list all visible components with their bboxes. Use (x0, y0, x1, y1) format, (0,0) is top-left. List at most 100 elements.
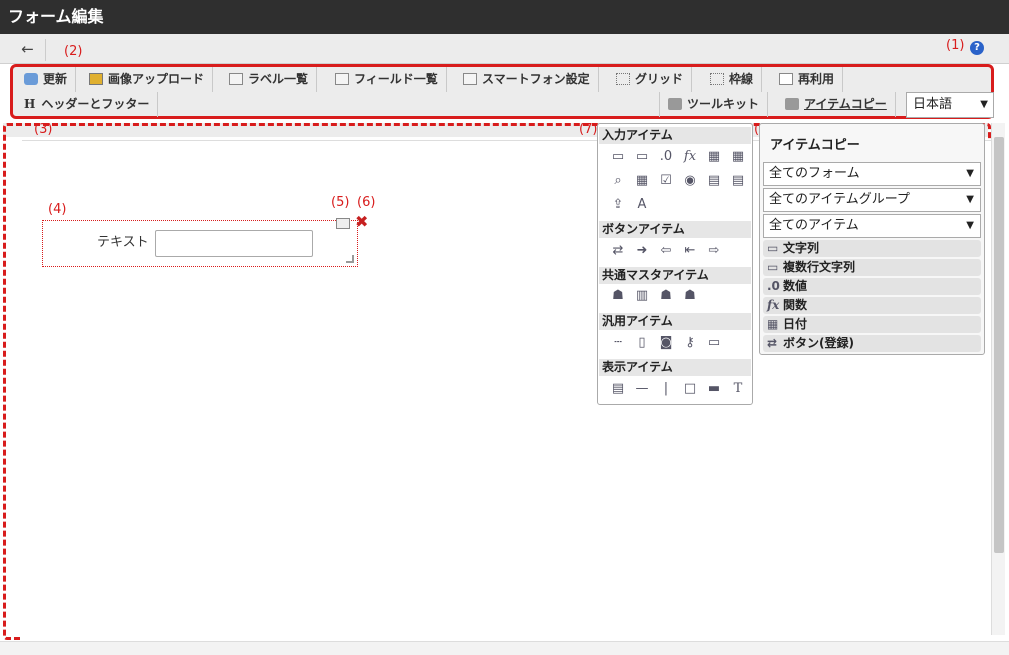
function-icon[interactable]: fx (678, 149, 702, 164)
date-icon[interactable]: ▦ (702, 149, 726, 164)
toolbox-icon (668, 98, 682, 110)
properties-icon[interactable] (336, 218, 350, 229)
back-button[interactable]: ← (10, 39, 46, 61)
datetime-icon[interactable]: ▦ (726, 149, 750, 164)
input-item-icons[interactable]: ▭ ▭ .0 fx ▦ ▦ (606, 149, 750, 164)
textarea-icon[interactable]: ▭ (630, 149, 654, 164)
copy-panel-title: アイテムコピー (770, 138, 860, 153)
copy-item-string[interactable]: ▭ 文字列 (763, 240, 981, 257)
upload-icon[interactable]: ⇪ (606, 197, 630, 212)
function-icon: fx (767, 298, 780, 312)
image-upload-button[interactable]: 画像アップロード (81, 67, 214, 92)
toolkit-label: ツールキット (687, 97, 760, 111)
copy-item-number[interactable]: .0 数値 (763, 278, 981, 295)
reuse-label: 再利用 (798, 72, 835, 86)
smartphone-settings-button[interactable]: スマートフォン設定 (455, 67, 599, 92)
text-field-icon[interactable]: ▭ (606, 149, 630, 164)
group-icon[interactable]: ☗ (678, 288, 702, 303)
font-icon[interactable]: A (630, 197, 654, 212)
document-icon[interactable]: ▯ (630, 335, 654, 350)
checkbox-icon[interactable]: ☑ (654, 173, 678, 188)
select-icon[interactable]: ▤ (702, 173, 726, 188)
camera-icon[interactable]: ◙ (654, 335, 678, 350)
register-button-icon: ⇄ (767, 336, 778, 350)
list-icon (229, 73, 243, 85)
copy-item-label: ボタン(登録) (783, 336, 854, 350)
scroll-thumb[interactable] (994, 137, 1004, 553)
field-list-button[interactable]: フィールド一覧 (327, 67, 447, 92)
search-icon[interactable]: ⌕ (606, 173, 630, 188)
item-copy-button[interactable]: アイテムコピー (777, 92, 896, 117)
user-icon[interactable]: ☗ (606, 288, 630, 303)
number-icon[interactable]: .0 (654, 149, 678, 164)
input-item-icons-3[interactable]: ⇪ A (606, 197, 654, 212)
copy-item-label: 日付 (783, 317, 808, 331)
general-item-icons[interactable]: ┄ ▯ ◙ ⚷ ▭ (606, 335, 726, 350)
copy-item-button[interactable]: ⇄ ボタン(登録) (763, 335, 981, 352)
hline-icon[interactable]: — (630, 381, 654, 396)
annotation-3: (3) (34, 122, 53, 137)
key-icon[interactable]: ⚷ (678, 335, 702, 350)
horizontal-scrollbar[interactable] (0, 641, 1009, 655)
update-button[interactable]: 更新 (16, 67, 77, 92)
copy-item-function[interactable]: fx 関数 (763, 297, 981, 314)
radio-icon[interactable]: ◉ (678, 173, 702, 188)
display-item-icons[interactable]: ▤ — | □ ▬ T (606, 381, 750, 396)
input-item-icons-2[interactable]: ⌕ ▦ ☑ ◉ ▤ ▤ (606, 173, 750, 188)
list-icon (463, 73, 477, 85)
palette-section-input: 入力アイテム (599, 127, 751, 144)
nav-bar: ← (0, 34, 1009, 64)
reuse-button[interactable]: 再利用 (771, 67, 844, 92)
document-icon (779, 73, 793, 85)
copy-item-label: 数値 (783, 279, 808, 293)
dropdown-arrow-icon: ▼ (980, 99, 988, 110)
copy-item-multiline[interactable]: ▭ 複数行文字列 (763, 259, 981, 276)
toolkit-button[interactable]: ツールキット (659, 92, 769, 117)
org-user-icon[interactable]: ☗ (654, 288, 678, 303)
card-icon[interactable]: ▭ (702, 335, 726, 350)
text-field-item[interactable]: テキスト (42, 220, 358, 267)
forward-button-icon[interactable]: ⇨ (702, 243, 726, 258)
header-footer-button[interactable]: H ヘッダーとフッター (16, 92, 159, 117)
table-icon[interactable]: ▦ (630, 173, 654, 188)
back-arrow-icon: ← (21, 40, 34, 58)
label-icon[interactable]: ▤ (606, 381, 630, 396)
language-select[interactable]: 日本語 ▼ (906, 92, 994, 118)
prev-button-icon[interactable]: ⇤ (678, 243, 702, 258)
smartphone-settings-label: スマートフォン設定 (482, 72, 590, 86)
text-icon[interactable]: T (726, 381, 750, 396)
grid-button[interactable]: グリッド (608, 67, 693, 92)
border-button[interactable]: 枠線 (702, 67, 763, 92)
page-title: フォーム編集 (0, 0, 1009, 34)
item-group-filter-select[interactable]: 全てのアイテムグループ ▼ (763, 188, 981, 212)
label-list-label: ラベル一覧 (248, 72, 309, 86)
hidden-field-icon[interactable]: ┄ (606, 335, 630, 350)
border-label: 枠線 (729, 72, 754, 86)
copy-item-date[interactable]: ▦ 日付 (763, 316, 981, 333)
back-button-icon[interactable]: ⇦ (654, 243, 678, 258)
palette-section-button: ボタンアイテム (599, 221, 751, 238)
border-icon (710, 73, 724, 85)
help-icon[interactable]: ? (970, 41, 984, 55)
box-icon[interactable]: □ (678, 381, 702, 396)
image-icon[interactable]: ▬ (702, 381, 726, 396)
button-item-icons[interactable]: ⇄ ➜ ⇦ ⇤ ⇨ (606, 243, 726, 258)
master-item-icons[interactable]: ☗ ▥ ☗ ☗ (606, 288, 702, 303)
item-copy-panel: アイテムコピー 全てのフォーム ▼ 全てのアイテムグループ ▼ 全てのアイテム ▼ ▭… (759, 123, 985, 355)
register-button-icon[interactable]: ⇄ (606, 243, 630, 258)
resize-grip-icon[interactable] (346, 255, 354, 263)
next-button-icon[interactable]: ➜ (630, 243, 654, 258)
label-list-button[interactable]: ラベル一覧 (221, 67, 318, 92)
vline-icon[interactable]: | (654, 381, 678, 396)
header-footer-label: ヘッダーとフッター (41, 97, 150, 111)
list-icon[interactable]: ▤ (726, 173, 750, 188)
form-filter-select[interactable]: 全てのフォーム ▼ (763, 162, 981, 186)
delete-icon[interactable]: ✖ (355, 212, 368, 231)
building-icon[interactable]: ▥ (630, 288, 654, 303)
vertical-scrollbar[interactable] (991, 123, 1005, 635)
item-filter-select[interactable]: 全てのアイテム ▼ (763, 214, 981, 238)
copy-item-label: 文字列 (783, 241, 820, 255)
text-input[interactable] (155, 230, 313, 257)
copy-item-label: 関数 (783, 298, 808, 312)
item-group-filter-value: 全てのアイテムグループ (769, 192, 910, 207)
